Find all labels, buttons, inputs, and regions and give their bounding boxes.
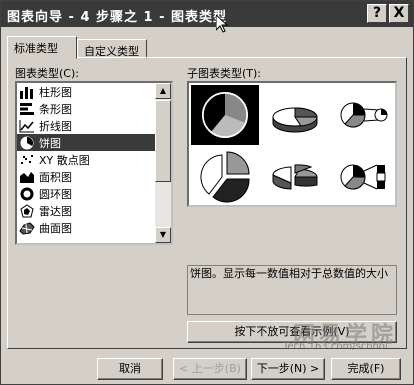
list-item-horizontal-bar[interactable]: 条形图 [17,100,155,117]
title-bar[interactable]: 图表向导 - 4 步骤之 1 - 图表类型 ? X [1,1,413,33]
exploded-pie-3d-subtype-icon [272,164,318,190]
list-item-label: 圆环图 [39,187,72,201]
list-item-line[interactable]: 折线图 [17,117,155,134]
subtype-label: 子图表类型(T): [187,67,262,80]
scroll-thumb[interactable] [155,100,171,182]
next-button[interactable]: 下一步(N) > [251,358,325,380]
list-item-surface[interactable]: 曲面图 [17,219,155,236]
bar-of-pie-subtype-icon [340,164,386,190]
subtype-exploded-pie-3d[interactable] [261,145,329,205]
list-item-area[interactable]: 面积图 [17,168,155,185]
watermark-url: Tech.163.com/school [283,341,388,352]
close-button[interactable]: X [389,4,409,23]
chart-description: 饼图。显示每一数值相对于总数值的大小 [187,265,397,315]
pie-subtype-icon [202,92,248,138]
line-chart-icon [19,119,34,132]
bar-chart-icon [20,86,33,99]
list-item-label: 折线图 [39,119,72,133]
pie-3d-subtype-icon [272,107,318,133]
pie-of-pie-subtype-icon [340,102,388,128]
radar-chart-icon [20,203,34,217]
tab-standard-types[interactable]: 标准类型 [7,36,77,59]
list-item-label: 条形图 [39,102,72,116]
list-item-label: 柱形图 [39,85,72,99]
tab-custom-types[interactable]: 自定义类型 [77,39,147,59]
area-chart-icon [20,171,34,183]
list-item-pie[interactable]: 饼图 [17,134,155,151]
exploded-pie-subtype-icon [200,151,250,203]
list-item-label: XY 散点图 [39,153,90,167]
list-item-scatter[interactable]: XY 散点图 [17,151,155,168]
list-scrollbar[interactable]: ▲ ▼ [155,83,171,243]
horizontal-bar-chart-icon [20,102,34,115]
list-item-label: 雷达图 [39,204,72,218]
chart-type-list[interactable]: 柱形图 条形图 折线图 饼图 XY 散点图 面积图 圆环图 雷达图 曲面图 ▲ … [15,81,173,245]
help-button[interactable]: ? [367,4,387,23]
scroll-down-icon[interactable]: ▼ [155,227,171,243]
dialog-title: 图表向导 - 4 步骤之 1 - 图表类型 [7,10,228,25]
subtype-exploded-pie[interactable] [191,145,259,205]
subtype-pie-3d[interactable] [261,85,329,145]
list-item-label: 曲面图 [39,221,72,235]
finish-button[interactable]: 完成(F) [331,358,401,380]
scatter-chart-icon [21,154,33,164]
back-button[interactable]: < 上一步(B) [173,358,247,380]
chart-subtype-grid[interactable] [187,81,397,207]
list-item-radar[interactable]: 雷达图 [17,202,155,219]
surface-chart-icon [19,221,35,235]
list-item-label: 饼图 [39,136,61,150]
subtype-bar-of-pie[interactable] [331,145,399,205]
cancel-button[interactable]: 取消 [97,358,163,380]
subtype-pie-of-pie[interactable] [331,85,399,145]
chart-wizard-dialog: 图表向导 - 4 步骤之 1 - 图表类型 ? X 标准类型 自定义类型 图表类… [0,0,414,385]
doughnut-chart-icon [20,187,34,200]
subtype-pie[interactable] [191,85,259,145]
scroll-up-icon[interactable]: ▲ [155,83,171,99]
list-item-label: 面积图 [39,170,72,184]
mouse-cursor-icon [216,15,228,33]
pie-chart-icon [20,136,34,149]
chart-type-label: 图表类型(C): [15,67,79,80]
list-item-bar[interactable]: 柱形图 [17,83,155,100]
list-item-doughnut[interactable]: 圆环图 [17,185,155,202]
